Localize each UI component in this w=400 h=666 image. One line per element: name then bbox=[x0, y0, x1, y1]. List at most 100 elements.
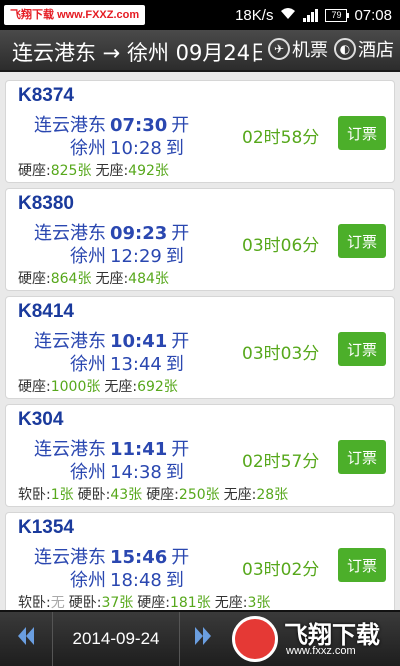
date-display[interactable]: 2014-09-24 bbox=[52, 612, 180, 666]
departure-suffix: 开 bbox=[171, 439, 190, 460]
seat-summary: 硬座:864张 无座:484张 bbox=[18, 268, 173, 288]
seat-availability: 无座:28张 bbox=[224, 487, 289, 503]
travel-duration: 03时06分 bbox=[242, 236, 320, 256]
arrival-line: 徐州 18:48 到 bbox=[18, 566, 184, 592]
seat-availability: 无座:492张 bbox=[95, 163, 168, 179]
seat-summary: 软卧:无 硬卧:37张 硬座:181张 无座:3张 bbox=[18, 592, 274, 610]
book-ticket-button[interactable]: 订票 bbox=[338, 548, 386, 582]
prev-day-button[interactable] bbox=[0, 612, 52, 666]
next-day-button[interactable] bbox=[181, 612, 225, 666]
hotel-button[interactable]: ◐ 酒店 bbox=[334, 36, 394, 62]
book-ticket-button[interactable]: 订票 bbox=[338, 440, 386, 474]
seat-count: 864张 bbox=[50, 271, 92, 287]
flight-label: 机票 bbox=[292, 40, 328, 61]
train-number: K8374 bbox=[18, 85, 74, 106]
seat-availability: 无座:484张 bbox=[95, 271, 168, 287]
hotel-label: 酒店 bbox=[358, 40, 394, 61]
seat-type-label: 硬座: bbox=[137, 595, 170, 610]
watermark-url: www.FXXZ.com bbox=[57, 9, 140, 21]
seat-availability: 软卧:1张 bbox=[18, 487, 74, 503]
seat-count: 无 bbox=[50, 595, 65, 610]
departure-suffix: 开 bbox=[171, 331, 190, 352]
train-card[interactable]: K1354 连云港东 15:46 开徐州 18:48 到 03时02分 订票 软卧:无 硬卧:37… bbox=[5, 512, 395, 610]
hotel-icon: ◐ bbox=[334, 38, 356, 60]
site-logo: 飞翔下载 www.fxxz.com bbox=[226, 614, 394, 664]
signal-icon bbox=[303, 8, 319, 22]
double-chevron-right-icon bbox=[193, 625, 213, 653]
logo-mark-icon bbox=[232, 616, 278, 662]
travel-duration: 02时57分 bbox=[242, 452, 320, 472]
arrival-time: 18:48 bbox=[110, 570, 162, 591]
travel-duration: 02时58分 bbox=[242, 128, 320, 148]
seat-summary: 软卧:1张 硬卧:43张 硬座:250张 无座:28张 bbox=[18, 484, 292, 504]
departure-time: 09:23 bbox=[110, 223, 168, 244]
bottom-bar: 2014-09-24 飞翔下载 www.fxxz.com bbox=[0, 610, 400, 666]
arrival-station: 徐州 bbox=[70, 138, 106, 159]
seat-count: 28张 bbox=[256, 487, 289, 503]
seat-type-label: 软卧: bbox=[18, 595, 51, 610]
seat-count: 37张 bbox=[101, 595, 134, 610]
arrival-line: 徐州 13:44 到 bbox=[18, 350, 184, 376]
seat-summary: 硬座:1000张 无座:692张 bbox=[18, 376, 182, 396]
train-card[interactable]: K8414 连云港东 10:41 开徐州 13:44 到 03时03分 订票 硬座:1000张无… bbox=[5, 296, 395, 399]
seat-type-label: 软卧: bbox=[18, 487, 51, 503]
watermark-site: 飞翔下载 bbox=[10, 9, 54, 21]
departure-suffix: 开 bbox=[171, 223, 190, 244]
seat-type-label: 硬座: bbox=[18, 163, 51, 179]
arrival-station: 徐州 bbox=[70, 570, 106, 591]
train-number: K8380 bbox=[18, 193, 74, 214]
arrival-station: 徐州 bbox=[70, 354, 106, 375]
book-ticket-button[interactable]: 订票 bbox=[338, 332, 386, 366]
seat-count: 3张 bbox=[247, 595, 271, 610]
seat-availability: 软卧:无 bbox=[18, 595, 65, 610]
seat-type-label: 无座: bbox=[214, 595, 248, 610]
arrival-suffix: 到 bbox=[165, 138, 184, 159]
title-bar: 连云港东 → 徐州 09月24日 ✈ 机票 ◐ 酒店 bbox=[0, 30, 400, 72]
seat-count: 825张 bbox=[50, 163, 92, 179]
arrival-suffix: 到 bbox=[165, 354, 184, 375]
book-ticket-button[interactable]: 订票 bbox=[338, 116, 386, 150]
departure-time: 15:46 bbox=[110, 547, 168, 568]
book-ticket-button[interactable]: 订票 bbox=[338, 224, 386, 258]
plane-icon: ✈ bbox=[268, 38, 290, 60]
departure-suffix: 开 bbox=[171, 115, 190, 136]
train-list[interactable]: K8374 连云港东 07:30 开徐州 10:28 到 02时58分 订票 硬座:825张 无座… bbox=[0, 72, 400, 610]
seat-type-label: 无座: bbox=[104, 379, 138, 395]
flight-button[interactable]: ✈ 机票 bbox=[268, 36, 328, 62]
network-speed: 18K/s bbox=[235, 6, 274, 24]
arrival-station: 徐州 bbox=[70, 462, 106, 483]
seat-count: 1张 bbox=[50, 487, 74, 503]
travel-duration: 03时03分 bbox=[242, 344, 320, 364]
seat-availability: 硬座:181张 bbox=[137, 595, 210, 610]
seat-summary: 硬座:825张 无座:492张 bbox=[18, 160, 173, 180]
seat-availability: 硬卧:37张 bbox=[69, 595, 134, 610]
seat-count: 1000张 bbox=[50, 379, 101, 395]
train-card[interactable]: K304 连云港东 11:41 开徐州 14:38 到 02时57分 订票 软卧:1张 硬卧:43… bbox=[5, 404, 395, 507]
seat-count: 692张 bbox=[137, 379, 178, 395]
arrival-suffix: 到 bbox=[165, 462, 184, 483]
seat-type-label: 无座: bbox=[95, 271, 129, 287]
arrival-suffix: 到 bbox=[165, 570, 184, 591]
seat-availability: 硬座:250张 bbox=[146, 487, 219, 503]
logo-url: www.fxxz.com bbox=[286, 645, 356, 657]
train-card[interactable]: K8374 连云港东 07:30 开徐州 10:28 到 02时58分 订票 硬座:825张 无座… bbox=[5, 80, 395, 183]
arrival-time: 14:38 bbox=[110, 462, 162, 483]
seat-availability: 硬座:864张 bbox=[18, 271, 91, 287]
seat-type-label: 硬座: bbox=[146, 487, 179, 503]
train-number: K1354 bbox=[18, 517, 74, 538]
seat-type-label: 无座: bbox=[95, 163, 129, 179]
train-card[interactable]: K8380 连云港东 09:23 开徐州 12:29 到 03时06分 订票 硬座:864张 无座… bbox=[5, 188, 395, 291]
seat-type-label: 无座: bbox=[223, 487, 257, 503]
seat-count: 181张 bbox=[169, 595, 211, 610]
double-chevron-left-icon bbox=[16, 625, 36, 653]
wifi-icon bbox=[280, 7, 296, 24]
arrival-time: 10:28 bbox=[110, 138, 162, 159]
arrival-line: 徐州 14:38 到 bbox=[18, 458, 184, 484]
train-number: K8414 bbox=[18, 301, 74, 322]
seat-count: 43张 bbox=[110, 487, 143, 503]
arrival-station: 徐州 bbox=[70, 246, 106, 267]
travel-duration: 03时02分 bbox=[242, 560, 320, 580]
seat-availability: 硬座:825张 bbox=[18, 163, 91, 179]
arrival-time: 12:29 bbox=[110, 246, 162, 267]
status-bar: 飞翔下载 www.FXXZ.com 18K/s 79 07:08 bbox=[0, 0, 400, 30]
